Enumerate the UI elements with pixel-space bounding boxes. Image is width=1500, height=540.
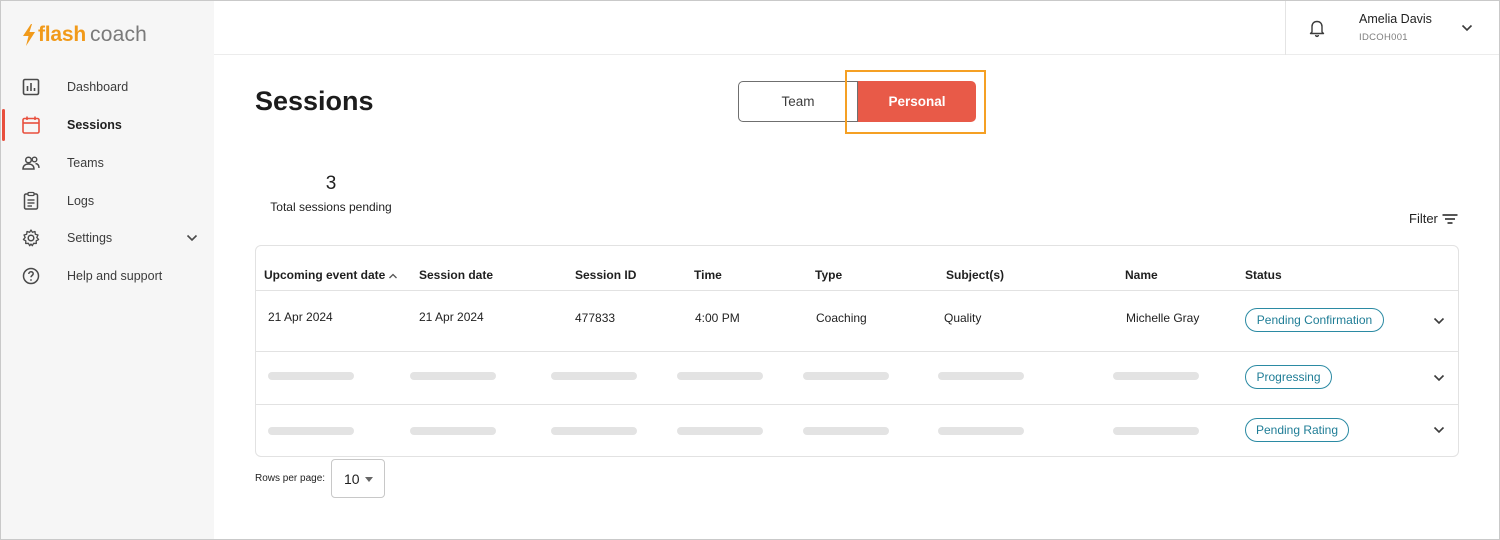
divider (256, 290, 1458, 291)
sidebar-item-label: Teams (67, 156, 104, 170)
loading-placeholder (1113, 427, 1199, 435)
loading-placeholder (938, 372, 1024, 380)
cell-type: Coaching (816, 311, 867, 325)
user-menu[interactable]: Amelia Davis IDCOH001 (1359, 12, 1432, 43)
divider (256, 351, 1458, 352)
sidebar: flash coach Dashboard Sessions Teams Log… (1, 1, 214, 539)
loading-placeholder (803, 427, 889, 435)
status-badge: Pending Confirmation (1245, 308, 1384, 332)
column-header-type[interactable]: Type (815, 268, 842, 282)
people-icon (22, 156, 40, 170)
status-badge: Progressing (1245, 365, 1332, 389)
sidebar-item-label: Dashboard (67, 80, 129, 94)
loading-placeholder (268, 372, 354, 380)
sidebar-item-label: Sessions (67, 118, 122, 132)
column-header-session-date[interactable]: Session date (419, 268, 493, 282)
logo-word-flash: flash (38, 23, 87, 46)
loading-placeholder (803, 372, 889, 380)
sidebar-item-label: Logs (67, 194, 95, 208)
divider (1285, 1, 1286, 55)
loading-placeholder (268, 427, 354, 435)
loading-placeholder (410, 427, 496, 435)
chevron-down-icon[interactable] (1432, 314, 1446, 328)
rows-per-page-value: 10 (344, 470, 360, 487)
bolt-icon (23, 24, 35, 46)
active-indicator (2, 109, 5, 141)
column-header-label: Upcoming event date (264, 268, 386, 282)
column-header-name[interactable]: Name (1125, 268, 1158, 282)
sidebar-item-teams[interactable]: Teams (1, 147, 214, 179)
user-name: Amelia Davis (1359, 12, 1432, 26)
filter-icon (1442, 213, 1458, 224)
loading-placeholder (677, 372, 763, 380)
sidebar-item-dashboard[interactable]: Dashboard (1, 71, 214, 103)
bell-icon[interactable] (1308, 18, 1326, 38)
loading-placeholder (1113, 372, 1199, 380)
divider (256, 404, 1458, 405)
page-title: Sessions (255, 86, 374, 116)
user-id: IDCOH001 (1359, 32, 1408, 43)
toggle-personal[interactable]: Personal (858, 81, 976, 122)
sidebar-item-label: Settings (67, 231, 113, 245)
sidebar-item-help[interactable]: Help and support (1, 260, 214, 292)
gear-icon (22, 229, 40, 247)
cell-time: 4:00 PM (695, 311, 740, 325)
filter-button[interactable]: Filter (1409, 211, 1458, 226)
loading-placeholder (410, 372, 496, 380)
calendar-icon (22, 116, 40, 134)
loading-placeholder (551, 427, 637, 435)
sidebar-item-settings[interactable]: Settings (1, 222, 214, 254)
chevron-down-icon[interactable] (1432, 423, 1446, 437)
chevron-down-icon (186, 234, 198, 242)
column-header-status[interactable]: Status (1245, 268, 1282, 282)
cell-name: Michelle Gray (1126, 311, 1200, 325)
cell-subject: Quality (944, 311, 982, 325)
rows-per-page-label: Rows per page: (255, 473, 326, 484)
sidebar-item-logs[interactable]: Logs (1, 185, 214, 217)
column-header-session-id[interactable]: Session ID (575, 268, 636, 282)
loading-placeholder (551, 372, 637, 380)
help-icon (22, 267, 40, 285)
clipboard-icon (23, 191, 39, 210)
toggle-team[interactable]: Team (738, 81, 858, 122)
sidebar-item-sessions[interactable]: Sessions (1, 109, 214, 141)
pending-count: 3 (325, 173, 337, 194)
filter-label: Filter (1409, 211, 1438, 226)
column-header-time[interactable]: Time (694, 268, 722, 282)
sort-ascending-icon (389, 273, 398, 279)
loading-placeholder (938, 427, 1024, 435)
top-bar: Amelia Davis IDCOH001 (214, 1, 1499, 55)
cell-session-id: 477833 (575, 311, 616, 325)
logo-word-coach: coach (90, 23, 148, 46)
rows-per-page-select[interactable]: 10 (331, 459, 385, 498)
logo: flash coach (22, 22, 147, 48)
sessions-table: Upcoming event date Session date Session… (255, 245, 1459, 457)
cell-upcoming-date: 21 Apr 2024 (268, 310, 333, 324)
caret-down-icon (365, 477, 373, 482)
chevron-down-icon[interactable] (1460, 21, 1474, 35)
pending-label: Total sessions pending (270, 200, 392, 214)
column-header-subject[interactable]: Subject(s) (946, 268, 1004, 282)
column-header-upcoming[interactable]: Upcoming event date (264, 268, 398, 282)
chart-icon (22, 78, 40, 96)
cell-session-date: 21 Apr 2024 (419, 310, 484, 324)
sidebar-item-label: Help and support (67, 269, 163, 283)
status-badge: Pending Rating (1245, 418, 1349, 442)
chevron-down-icon[interactable] (1432, 371, 1446, 385)
loading-placeholder (677, 427, 763, 435)
